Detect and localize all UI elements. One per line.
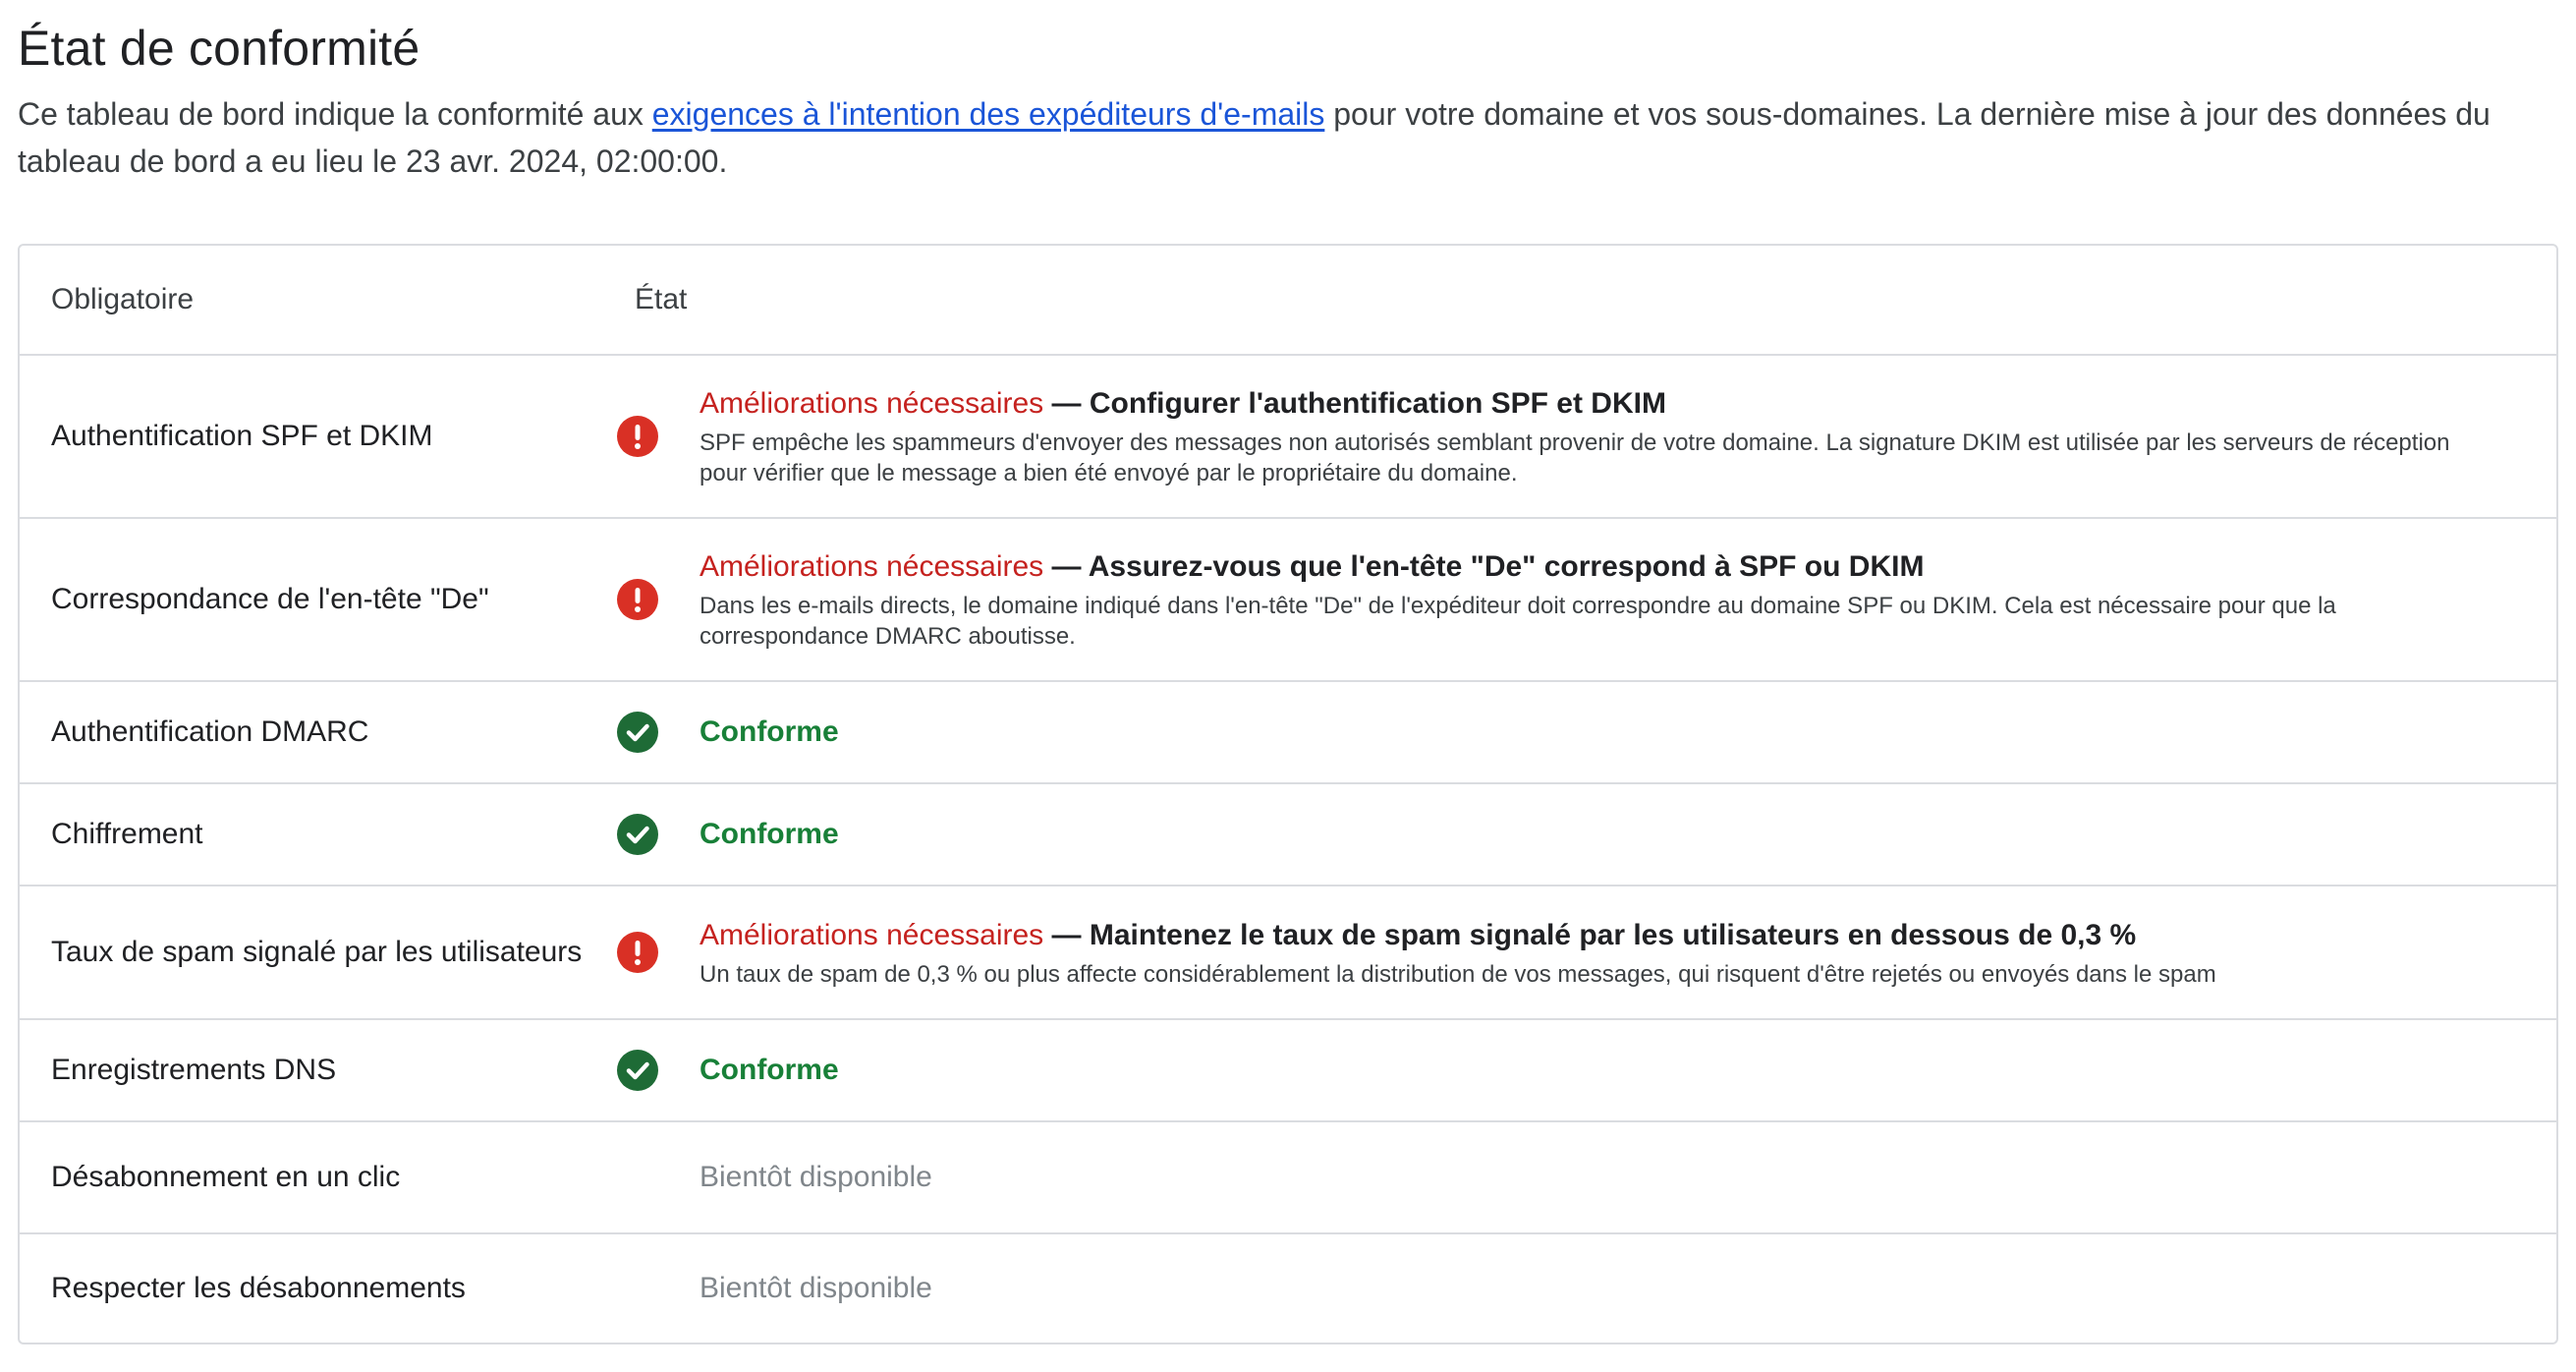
error-icon xyxy=(617,579,658,620)
status-cell: Bientôt disponible xyxy=(599,1158,2556,1197)
table-row: Authentification DMARC Conforme xyxy=(20,680,2556,782)
status-label: Améliorations nécessaires xyxy=(700,387,1044,420)
error-icon xyxy=(617,932,658,973)
requirement-name: Désabonnement en un clic xyxy=(51,1161,401,1193)
requirement-name: Enregistrements DNS xyxy=(51,1054,337,1086)
status-label: Conforme xyxy=(700,818,839,850)
status-cell: Améliorations nécessaires — Configurer l… xyxy=(599,384,2556,488)
status-separator: — xyxy=(1043,550,1089,583)
status-cell: Conforme xyxy=(599,814,2556,855)
compliance-page: État de conformité Ce tableau de bord in… xyxy=(18,0,2558,1344)
intro-text-start: Ce tableau de bord indique la conformité… xyxy=(18,96,652,132)
table-row: Désabonnement en un clic Bientôt disponi… xyxy=(20,1120,2556,1232)
table-row: Authentification SPF et DKIM Amélioratio… xyxy=(20,354,2556,517)
status-description: SPF empêche les spammeurs d'envoyer des … xyxy=(700,429,2450,486)
status-label: Conforme xyxy=(700,715,839,748)
table-header: Obligatoire État xyxy=(20,246,2556,354)
check-circle-icon xyxy=(617,712,658,753)
table-row: Taux de spam signalé par les utilisateur… xyxy=(20,885,2556,1018)
sender-requirements-link[interactable]: exigences à l'intention des expéditeurs … xyxy=(652,96,1325,132)
status-title: Configurer l'authentification SPF et DKI… xyxy=(1089,387,1666,420)
requirement-name: Chiffrement xyxy=(51,818,203,850)
status-separator: — xyxy=(1043,918,1090,951)
status-cell: Bientôt disponible xyxy=(599,1269,2556,1308)
status-label: Conforme xyxy=(700,1054,839,1086)
error-icon xyxy=(617,416,658,457)
check-circle-icon xyxy=(617,1050,658,1091)
status-description: Dans les e-mails directs, le domaine ind… xyxy=(700,593,2336,650)
header-requirement: Obligatoire xyxy=(51,283,195,315)
status-label: Bientôt disponible xyxy=(700,1272,932,1304)
status-cell: Améliorations nécessaires — Assurez-vous… xyxy=(599,547,2556,652)
status-label: Améliorations nécessaires xyxy=(700,550,1044,583)
requirement-name: Authentification DMARC xyxy=(51,715,369,748)
status-title: Maintenez le taux de spam signalé par le… xyxy=(1089,918,2137,951)
header-status: État xyxy=(635,283,688,315)
table-row: Respecter les désabonnements Bientôt dis… xyxy=(20,1232,2556,1343)
requirement-name: Respecter les désabonnements xyxy=(51,1272,466,1304)
status-label: Bientôt disponible xyxy=(700,1161,932,1193)
table-row: Enregistrements DNS Conforme xyxy=(20,1018,2556,1120)
status-label: Améliorations nécessaires xyxy=(700,918,1044,951)
table-row: Correspondance de l'en-tête "De" Amélior… xyxy=(20,517,2556,680)
status-description: Un taux de spam de 0,3 % ou plus affecte… xyxy=(700,960,2216,988)
status-cell: Conforme xyxy=(599,712,2556,753)
status-separator: — xyxy=(1043,387,1090,420)
requirement-name: Correspondance de l'en-tête "De" xyxy=(51,583,489,615)
check-circle-icon xyxy=(617,814,658,855)
requirement-name: Authentification SPF et DKIM xyxy=(51,420,433,452)
requirement-name: Taux de spam signalé par les utilisateur… xyxy=(51,936,583,968)
compliance-table: Obligatoire État Authentification SPF et… xyxy=(18,244,2558,1344)
status-cell: Conforme xyxy=(599,1050,2556,1091)
table-row: Chiffrement Conforme xyxy=(20,782,2556,885)
intro-text: Ce tableau de bord indique la conformité… xyxy=(18,90,2558,185)
status-cell: Améliorations nécessaires — Maintenez le… xyxy=(599,916,2556,990)
status-title: Assurez-vous que l'en-tête "De" correspo… xyxy=(1088,550,1925,583)
page-title: État de conformité xyxy=(18,21,420,76)
